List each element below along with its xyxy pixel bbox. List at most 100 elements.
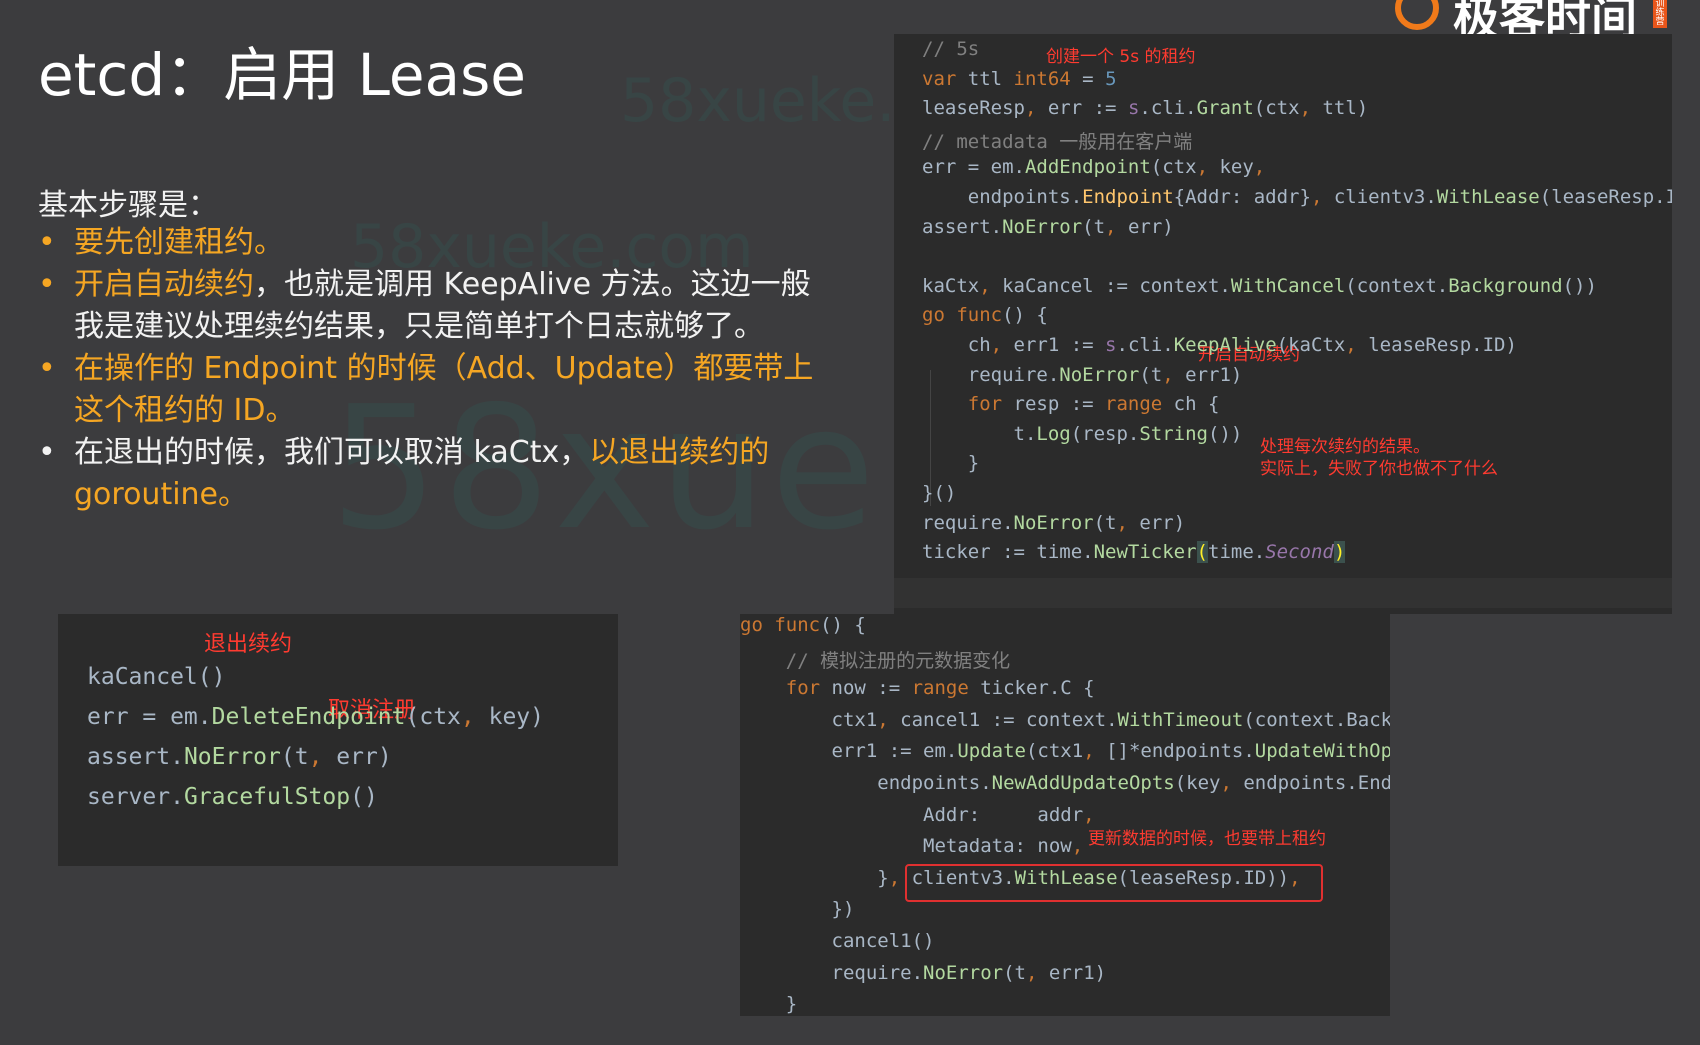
code-token: ctx1 [740,708,878,731]
code-token: DeleteEndpoint [211,704,406,730]
code-token: for [740,677,832,700]
code-token: go func [740,614,821,636]
code-token: } [740,993,798,1016]
code-token: WithTimeout [1117,708,1244,731]
step-item: • 要先创建租约。 [38,222,838,264]
code-token: (context. [1345,274,1449,297]
code-token: (ctx [1253,97,1300,120]
code-token: now := [831,677,912,700]
code-token: NoError [183,744,281,770]
code-token: ()) [1562,274,1597,297]
code-token: () [350,784,378,810]
code-token: , [979,274,1003,297]
code-line: err = em.DeleteEndpoint(ctx, key) [87,704,544,730]
code-line: err1 := em.Update(ctx1, []*endpoints.Upd… [740,740,1391,763]
code-token: go func [922,304,1003,327]
code-token: WithLease [1436,186,1540,208]
code-token: (leaseResp.ID)) [1539,186,1672,208]
code-token: clientv3. [911,866,1015,889]
code-line: }, clientv3.WithLease(leaseResp.ID)), [740,866,1300,889]
code-token: time. [1208,541,1266,564]
code-line: require.NoError(t, err) [922,512,1185,534]
code-line: go func() { [922,304,1048,326]
code-token: , [1310,186,1334,208]
code-token: assert. [922,215,1003,238]
code-token: String [1139,422,1208,445]
code-line: } [740,993,797,1015]
code-token: (ctx1 [1025,740,1084,763]
code-token: endpoints. [922,186,1083,208]
code-token: var [922,67,968,90]
code-token: , [1083,740,1107,763]
code-token: ch [922,334,991,356]
code-token: ( [1196,541,1208,564]
code-token: , [1116,511,1140,534]
code-line: require.NoError(t, err1) [922,363,1243,386]
brand-logo: 极客时间 训练营 [1395,0,1700,34]
code-token: require. [740,961,924,984]
code-token: int64 [1013,67,1083,90]
code-line: Metadata: now, [740,835,1083,857]
code-token: NewAddUpdateOpts [991,772,1175,794]
code-token: , [990,334,1014,356]
step-text: 在操作的 Endpoint 的时候（Add、Update）都要带上这个租约的 I… [74,351,814,428]
code-line: for now := range ticker.C { [740,677,1095,699]
code-token: // 5s [922,38,980,60]
code-line: assert.NoError(t, err) [87,744,392,770]
code-token: s [1127,97,1140,120]
code-line: ch, err1 := s.cli.KeepAlive(kaCtx, lease… [922,334,1517,356]
code-token: clientv3. [1333,186,1437,208]
code-line: kaCancel() [87,664,225,690]
code-line: }() [922,482,956,504]
code-token: .cli. [1116,334,1174,356]
code-token: , [1196,156,1220,179]
bullet-dot: • [38,435,56,470]
brand-logo-icon [1395,0,1439,30]
code-line: for resp := range ch { [922,393,1220,416]
code-token: ttl [967,67,1014,90]
code-line: // 模拟注册的元数据变化 [740,646,1010,673]
code-token: (resp. [1070,422,1140,445]
code-token: kaCtx [922,274,980,297]
code-token: require. [922,511,1014,534]
code-line: cancel1() [740,930,935,952]
step-item: • 开启自动续约，也就是调用 KeepAlive 方法。这边一般我是建议处理续约结… [38,264,838,348]
code-token: NoError [1002,215,1083,238]
code-token: }() [922,482,957,504]
code-line: assert.NoError(t, err) [922,216,1174,238]
code-token: Addr: addr [740,803,1084,826]
code-token: , [888,866,912,889]
code-token: require. [922,363,1060,386]
code-token: assert. [87,744,184,770]
code-token: err) [336,744,392,770]
code-token: []*endpoints. [1106,740,1255,763]
code-token: err1 := em. [740,740,958,763]
code-token: key [1219,156,1254,179]
code-token: range [911,677,981,700]
code-token: Log [1036,422,1071,445]
code-token: , [1220,772,1244,794]
brand-logo-tag: 训练营 [1653,0,1667,28]
code-token: ) [1333,541,1346,564]
code-token: err1) [1048,961,1107,984]
code-token: err [1047,97,1094,120]
code-line: Addr: addr, [740,804,1095,826]
code-line: // metadata 一般用在客户端 [922,127,1192,154]
code-token: , [1026,961,1049,984]
code-token: endpoints. [740,772,992,794]
code-line: }) [740,898,855,920]
code-token: (key [1174,772,1221,794]
code-token: err1) [1185,363,1243,386]
code-token: () { [1002,304,1048,327]
code-line: kaCtx, kaCancel := context.WithCancel(co… [922,275,1597,297]
code-token: s [1105,334,1117,356]
steps-title: 基本步骤是： [38,188,218,223]
code-token: } [922,452,980,475]
code-token: // metadata 一般用在客户端 [922,130,1193,153]
code-token: for [922,393,1014,416]
code-token: = [1082,67,1106,90]
code-token: GracefulStop [183,784,351,810]
code-token: {Addr: addr} [1173,186,1311,208]
code-token: Metadata: now [740,835,1072,858]
code-token: WithLease [1014,866,1118,889]
